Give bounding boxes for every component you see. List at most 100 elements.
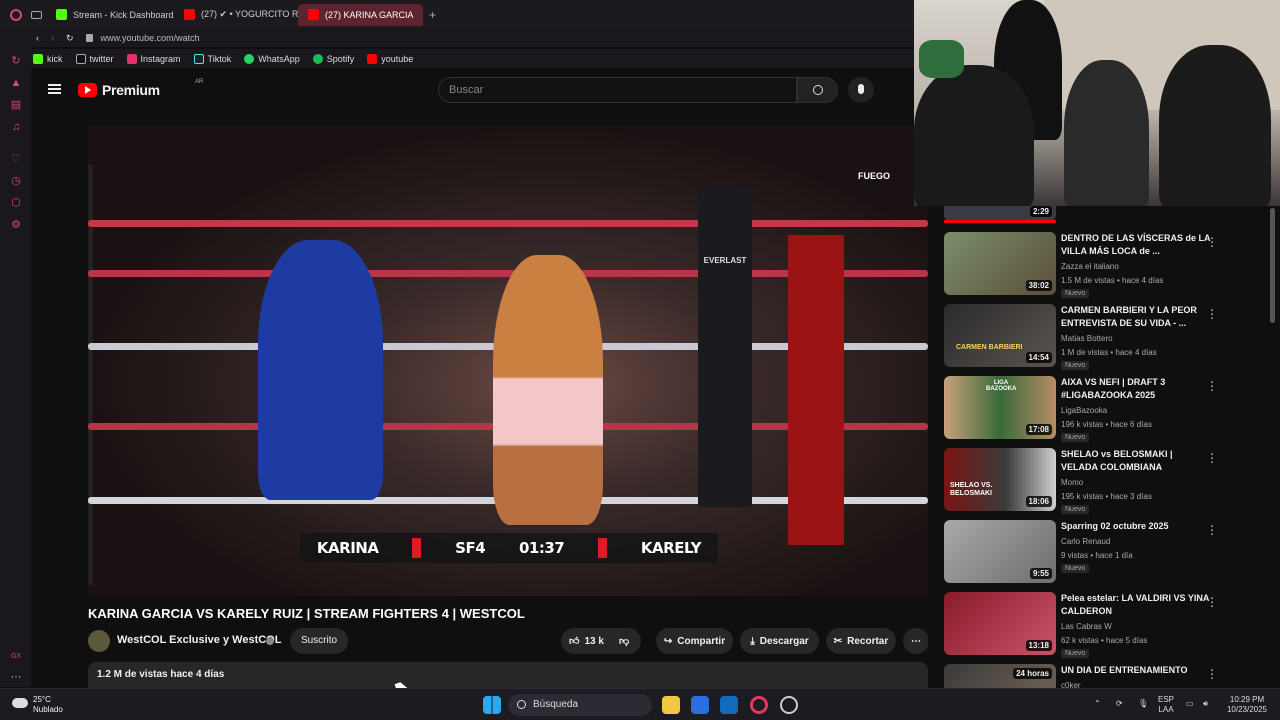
weather-widget[interactable]: 25°C Nublado <box>12 694 72 716</box>
more-icon[interactable]: ⋯ <box>10 671 22 683</box>
youtube-premium-logo[interactable]: Premium AR <box>78 79 203 98</box>
search-button[interactable] <box>797 77 838 103</box>
related-item[interactable]: 13:18 Pelea estelar: LA VALDIRI VS YINA … <box>944 592 1264 658</box>
description-box[interactable]: 1.2 M de vistas hace 4 días <box>88 662 928 688</box>
more-options-icon[interactable]: ⋮ <box>1206 523 1218 537</box>
reload-icon[interactable]: ↻ <box>66 33 74 44</box>
history-icon[interactable]: ◷ <box>10 175 22 187</box>
bookmark-twitter[interactable]: twitter <box>75 53 114 64</box>
store-icon[interactable] <box>691 696 709 714</box>
opera-gx-icon[interactable] <box>750 696 768 714</box>
more-options-icon[interactable]: ⋮ <box>1206 595 1218 609</box>
thumbnail[interactable]: 2:29 <box>944 206 1056 221</box>
related-item[interactable]: 24 horas UN DIA DE ENTRENAMIENTO c0ker ⋮ <box>944 664 1264 688</box>
thumbnail[interactable]: CARMEN BARBIERI 14:54 <box>944 304 1056 367</box>
bookmark-instagram[interactable]: Instagram <box>126 53 181 64</box>
youtube-icon <box>184 9 195 20</box>
tray-chevron-icon[interactable]: ⌃ <box>1094 699 1101 709</box>
related-channel[interactable]: LigaBazooka <box>1061 406 1107 415</box>
forward-icon[interactable]: › <box>51 33 54 43</box>
related-channel[interactable]: Carlo Renaud <box>1061 537 1110 546</box>
music-icon[interactable]: ♫ <box>10 121 22 133</box>
refresh-icon[interactable]: ↻ <box>10 55 22 67</box>
related-title[interactable]: Pelea estelar: LA VALDIRI VS YINA CALDER… <box>1061 592 1211 618</box>
app-icon[interactable] <box>780 696 798 714</box>
video-player[interactable]: EVERLAST FUEGO KARINA SF4 01:37 KARELY <box>88 125 928 596</box>
bookmark-whatsapp[interactable]: WhatsApp <box>244 53 300 64</box>
related-title[interactable]: UN DIA DE ENTRENAMIENTO <box>1061 664 1211 677</box>
more-options-icon[interactable]: ⋮ <box>1206 307 1218 321</box>
settings-icon[interactable]: ⚙ <box>10 219 22 231</box>
gx-label[interactable]: GX <box>10 651 22 663</box>
related-title[interactable]: AIXA VS NEFI | DRAFT 3 #LIGABAZOOKA 2025 <box>1061 376 1211 402</box>
taskbar-search[interactable]: Búsqueda <box>508 694 652 716</box>
bookmark-youtube[interactable]: youtube <box>367 53 413 64</box>
bookmark-kick[interactable]: kick <box>33 53 63 64</box>
tray-sync-icon[interactable]: ⟳ <box>1116 699 1123 709</box>
new-tab-button[interactable]: + <box>429 8 436 22</box>
related-title[interactable]: Sparring 02 octubre 2025 <box>1061 520 1211 533</box>
tab-karina-garcia[interactable]: (27) KARINA GARCIA <box>298 3 423 26</box>
related-channel[interactable]: Zazza el italiano <box>1061 262 1119 271</box>
related-title[interactable]: DENTRO DE LAS VÍSCERAS de LA VILLA MÁS L… <box>1061 232 1211 258</box>
related-item[interactable]: CARMEN BARBIERI 14:54 CARMEN BARBIERI Y … <box>944 304 1264 370</box>
related-channel[interactable]: Matias Bottero <box>1061 334 1113 343</box>
download-button[interactable]: ⤓ Descargar <box>740 628 819 654</box>
related-title[interactable]: CARMEN BARBIERI Y LA PEOR ENTREVISTA DE … <box>1061 304 1211 330</box>
more-options-icon[interactable]: ⋮ <box>1206 235 1218 249</box>
wallet-icon[interactable]: ▤ <box>10 99 22 111</box>
like-button[interactable]: 👍︎ 13 k 👎︎ <box>561 628 641 654</box>
tab-yogurcito[interactable]: (27) ✔ • YOGURCITO R <box>174 4 298 26</box>
more-options-icon[interactable]: ⋮ <box>1206 667 1218 681</box>
thumbnail[interactable]: 9:55 <box>944 520 1056 583</box>
new-badge: Nuevo <box>1061 289 1090 298</box>
thumbnail[interactable]: SHELAO VS. BELOSMAKI 18:06 <box>944 448 1056 511</box>
thumbnail[interactable]: 38:02 <box>944 232 1056 295</box>
channel-name[interactable]: WestCOL Exclusive y WestCOL <box>117 634 281 646</box>
more-options-icon[interactable]: ⋮ <box>1206 451 1218 465</box>
related-title[interactable]: SHELAO vs BELOSMAKI | VELADA COLOMBIANA <box>1061 448 1211 474</box>
volume-icon[interactable]: 🔊︎ <box>1203 699 1208 709</box>
language-indicator[interactable]: ESP LAA <box>1158 695 1174 715</box>
heart-icon[interactable]: ♡ <box>10 153 22 165</box>
search-input[interactable]: Buscar <box>438 77 797 103</box>
related-channel[interactable]: Momo <box>1061 478 1083 487</box>
aria-icon[interactable]: ▲ <box>10 77 22 89</box>
clock[interactable]: 10:29 PM 10/23/2025 <box>1224 695 1270 715</box>
more-actions-button[interactable]: ⋯ <box>903 628 929 654</box>
related-videos: 2:29 38:02 DENTRO DE LAS VÍSCERAS de LA … <box>928 206 1280 688</box>
thumbnail[interactable]: 24 horas <box>944 664 1056 688</box>
display-icon[interactable]: ▭ <box>1186 699 1194 709</box>
file-explorer-icon[interactable] <box>662 696 680 714</box>
related-channel[interactable]: Las Cabras W <box>1061 622 1112 631</box>
back-icon[interactable]: ‹ <box>36 33 39 43</box>
related-item[interactable]: LIGA BAZOOKA 17:08 AIXA VS NEFI | DRAFT … <box>944 376 1264 442</box>
related-item[interactable]: 38:02 DENTRO DE LAS VÍSCERAS de LA VILLA… <box>944 232 1264 298</box>
menu-icon[interactable] <box>48 84 61 94</box>
tray-mic-icon[interactable]: 🎙︎ <box>1138 699 1148 709</box>
opera-logo-icon[interactable] <box>10 8 22 21</box>
thumbnail[interactable]: 13:18 <box>944 592 1056 655</box>
tab-kick[interactable]: Stream - Kick Dashboard <box>46 4 174 26</box>
more-options-icon[interactable]: ⋮ <box>1206 379 1218 393</box>
related-item[interactable]: SHELAO VS. BELOSMAKI 18:06 SHELAO vs BEL… <box>944 448 1264 514</box>
url-field[interactable]: www.youtube.com/watch <box>101 33 200 43</box>
outlook-icon[interactable] <box>720 696 738 714</box>
related-item[interactable]: 9:55 Sparring 02 octubre 2025 Carlo Rena… <box>944 520 1264 584</box>
bookmark-label: twitter <box>89 53 114 64</box>
channel-avatar[interactable] <box>88 630 110 652</box>
windows-start-icon[interactable] <box>483 696 501 714</box>
thumbnail[interactable]: LIGA BAZOOKA 17:08 <box>944 376 1056 439</box>
bookmark-spotify[interactable]: Spotify <box>312 53 354 64</box>
dislike-icon[interactable]: 👎︎ <box>619 635 629 647</box>
related-channel[interactable]: c0ker <box>1061 681 1081 688</box>
related-item[interactable]: 2:29 <box>944 206 1264 223</box>
workspaces-icon[interactable] <box>31 10 42 19</box>
bookmark-tiktok[interactable]: Tiktok <box>193 53 231 64</box>
extensions-icon[interactable]: ⬡ <box>10 197 22 209</box>
clip-button[interactable]: ✂ Recortar <box>826 628 896 654</box>
share-button[interactable]: ↪ Compartir <box>656 628 733 654</box>
voice-search-button[interactable] <box>848 77 874 103</box>
subscribe-button[interactable]: Suscrito <box>290 628 348 654</box>
scrollbar-thumb[interactable] <box>1270 208 1275 323</box>
